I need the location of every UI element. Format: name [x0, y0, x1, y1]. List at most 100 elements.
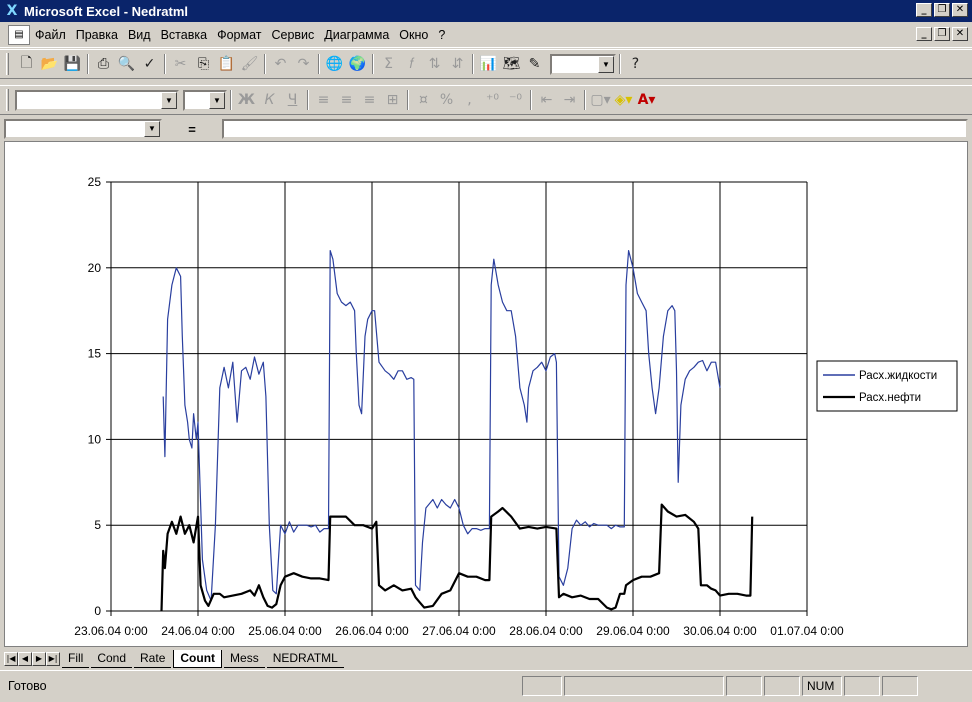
cut-icon[interactable]: ✂: [169, 53, 192, 75]
title-bar: X Microsoft Excel - Nedratml _ ❐ ✕: [0, 0, 972, 22]
redo-icon[interactable]: ↷: [292, 53, 315, 75]
prev-sheet-button[interactable]: ◀: [18, 652, 32, 666]
sort-ascending-icon[interactable]: ⇅: [423, 53, 446, 75]
borders-icon[interactable]: ▢▾: [589, 89, 612, 111]
y-tick-label: 5: [94, 518, 101, 532]
status-panel-1: [522, 675, 562, 696]
x-tick-label: 26.06.04 0:00: [335, 624, 409, 638]
map-icon[interactable]: 🗺: [500, 53, 523, 75]
x-tick-label: 24.06.04 0:00: [161, 624, 235, 638]
chart-wizard-icon[interactable]: 📊: [477, 53, 500, 75]
zoom-combo[interactable]: ▼: [550, 53, 616, 75]
formula-input[interactable]: [222, 119, 968, 139]
undo-icon[interactable]: ↶: [269, 53, 292, 75]
y-tick-labels: 0 5 10 15 20 25: [88, 175, 102, 618]
formula-bar: ▼ =: [0, 118, 972, 140]
name-box[interactable]: ▼: [4, 119, 162, 139]
menu-window[interactable]: Окно: [394, 28, 433, 42]
italic-icon[interactable]: К: [258, 89, 281, 111]
menu-chart[interactable]: Диаграмма: [319, 28, 394, 42]
menu-bar: ▤ Файл Правка Вид Вставка Формат Сервис …: [0, 22, 972, 48]
maximize-button[interactable]: ❐: [934, 3, 950, 17]
sheet-tab-nedratml[interactable]: NEDRATML: [266, 651, 344, 668]
excel-logo-icon: X: [6, 3, 18, 19]
align-right-icon[interactable]: ≡: [358, 89, 381, 111]
window-title: Microsoft Excel - Nedratml: [24, 3, 188, 19]
font-name-combo[interactable]: ▼: [15, 89, 179, 111]
sheet-tab-count[interactable]: Count: [173, 650, 223, 668]
doc-minimize-button[interactable]: _: [916, 27, 932, 41]
sheet-tab-rate[interactable]: Rate: [134, 651, 172, 668]
sheet-tab-mess[interactable]: Mess: [224, 651, 265, 668]
last-sheet-button[interactable]: ▶|: [46, 652, 60, 666]
menu-insert[interactable]: Вставка: [156, 28, 212, 42]
align-left-icon[interactable]: ≡: [312, 89, 335, 111]
hyperlink-icon[interactable]: 🌐: [323, 53, 346, 75]
document-icon[interactable]: ▤: [8, 24, 30, 45]
percent-icon[interactable]: %: [435, 89, 458, 111]
toolbar-grip[interactable]: [6, 53, 9, 75]
autosum-icon[interactable]: Σ: [377, 53, 400, 75]
decrease-indent-icon[interactable]: ⇤: [535, 89, 558, 111]
new-icon[interactable]: 🗋: [15, 53, 38, 75]
legend-label-2: Расх.нефти: [859, 392, 921, 404]
doc-close-button[interactable]: ✕: [952, 27, 968, 41]
series-line-1[interactable]: [162, 250, 721, 602]
paste-icon[interactable]: 📋: [215, 53, 238, 75]
menu-edit[interactable]: Правка: [71, 28, 123, 42]
y-tick-label: 20: [88, 261, 102, 275]
fill-color-icon[interactable]: ◈▾: [612, 89, 635, 111]
close-button[interactable]: ✕: [952, 3, 968, 17]
format-painter-icon[interactable]: 🖌: [238, 53, 261, 75]
align-center-icon[interactable]: ≡: [335, 89, 358, 111]
font-size-combo[interactable]: ▼: [183, 89, 227, 111]
currency-icon[interactable]: ¤: [412, 89, 435, 111]
status-bar: Готово NUM: [0, 670, 972, 700]
save-icon[interactable]: 💾: [61, 53, 84, 75]
status-panel-6: [844, 675, 880, 696]
drawing-icon[interactable]: ✎: [523, 53, 546, 75]
print-icon[interactable]: ⎙: [92, 53, 115, 75]
comma-icon[interactable]: ,: [458, 89, 481, 111]
minimize-button[interactable]: _: [916, 3, 932, 17]
doc-restore-button[interactable]: ❐: [934, 27, 950, 41]
sheet-tab-fill[interactable]: Fill: [62, 651, 90, 668]
legend[interactable]: Расх.жидкости Расх.нефти: [816, 360, 958, 412]
open-icon[interactable]: 📂: [38, 53, 61, 75]
menu-format[interactable]: Формат: [212, 28, 266, 42]
first-sheet-button[interactable]: |◀: [4, 652, 18, 666]
merge-center-icon[interactable]: ⊞: [381, 89, 404, 111]
menu-tools[interactable]: Сервис: [266, 28, 319, 42]
increase-decimal-icon[interactable]: ⁺⁰: [481, 89, 504, 111]
sheet-tabs-bar: |◀ ◀ ▶ ▶| Fill Cond Rate Count Mess NEDR…: [0, 648, 972, 668]
x-tick-label: 29.06.04 0:00: [596, 624, 670, 638]
increase-indent-icon[interactable]: ⇥: [558, 89, 581, 111]
help-icon[interactable]: ?: [624, 53, 647, 75]
sort-descending-icon[interactable]: ⇵: [446, 53, 469, 75]
x-tick-label: 30.06.04 0:00: [683, 624, 757, 638]
chart-area[interactable]: 0 5 10 15 20 25 23.06.04 0:00 24.06.04 0:00 25.…: [4, 141, 968, 647]
copy-icon[interactable]: ⎘: [192, 53, 215, 75]
underline-icon[interactable]: Ч: [281, 89, 304, 111]
sheet-tab-cond[interactable]: Cond: [91, 651, 133, 668]
line-chart[interactable]: 0 5 10 15 20 25 23.06.04 0:00 24.06.04 0:00 25.…: [5, 142, 967, 646]
menu-file[interactable]: Файл: [30, 28, 71, 42]
web-toolbar-icon[interactable]: 🌍: [346, 53, 369, 75]
function-icon[interactable]: 𝑓: [400, 53, 423, 75]
y-tick-label: 0: [94, 604, 101, 618]
menu-view[interactable]: Вид: [123, 28, 156, 42]
next-sheet-button[interactable]: ▶: [32, 652, 46, 666]
status-text: Готово: [8, 678, 47, 693]
status-panel-7: [882, 675, 918, 696]
series-lines[interactable]: [160, 250, 754, 612]
formula-equals[interactable]: =: [162, 122, 222, 137]
series-line-2[interactable]: [160, 503, 754, 612]
decrease-decimal-icon[interactable]: ⁻⁰: [504, 89, 527, 111]
bold-icon[interactable]: Ж: [235, 89, 258, 111]
menu-help[interactable]: ?: [433, 28, 450, 42]
font-color-icon[interactable]: A▾: [635, 89, 658, 111]
spelling-icon[interactable]: ✓: [138, 53, 161, 75]
print-preview-icon[interactable]: 🔍: [115, 53, 138, 75]
standard-toolbar: 🗋 📂 💾 ⎙ 🔍 ✓ ✂ ⎘ 📋 🖌 ↶ ↷ 🌐 🌍 Σ 𝑓 ⇅ ⇵ 📊 🗺 …: [0, 49, 972, 79]
toolbar-grip-2[interactable]: [6, 89, 9, 111]
